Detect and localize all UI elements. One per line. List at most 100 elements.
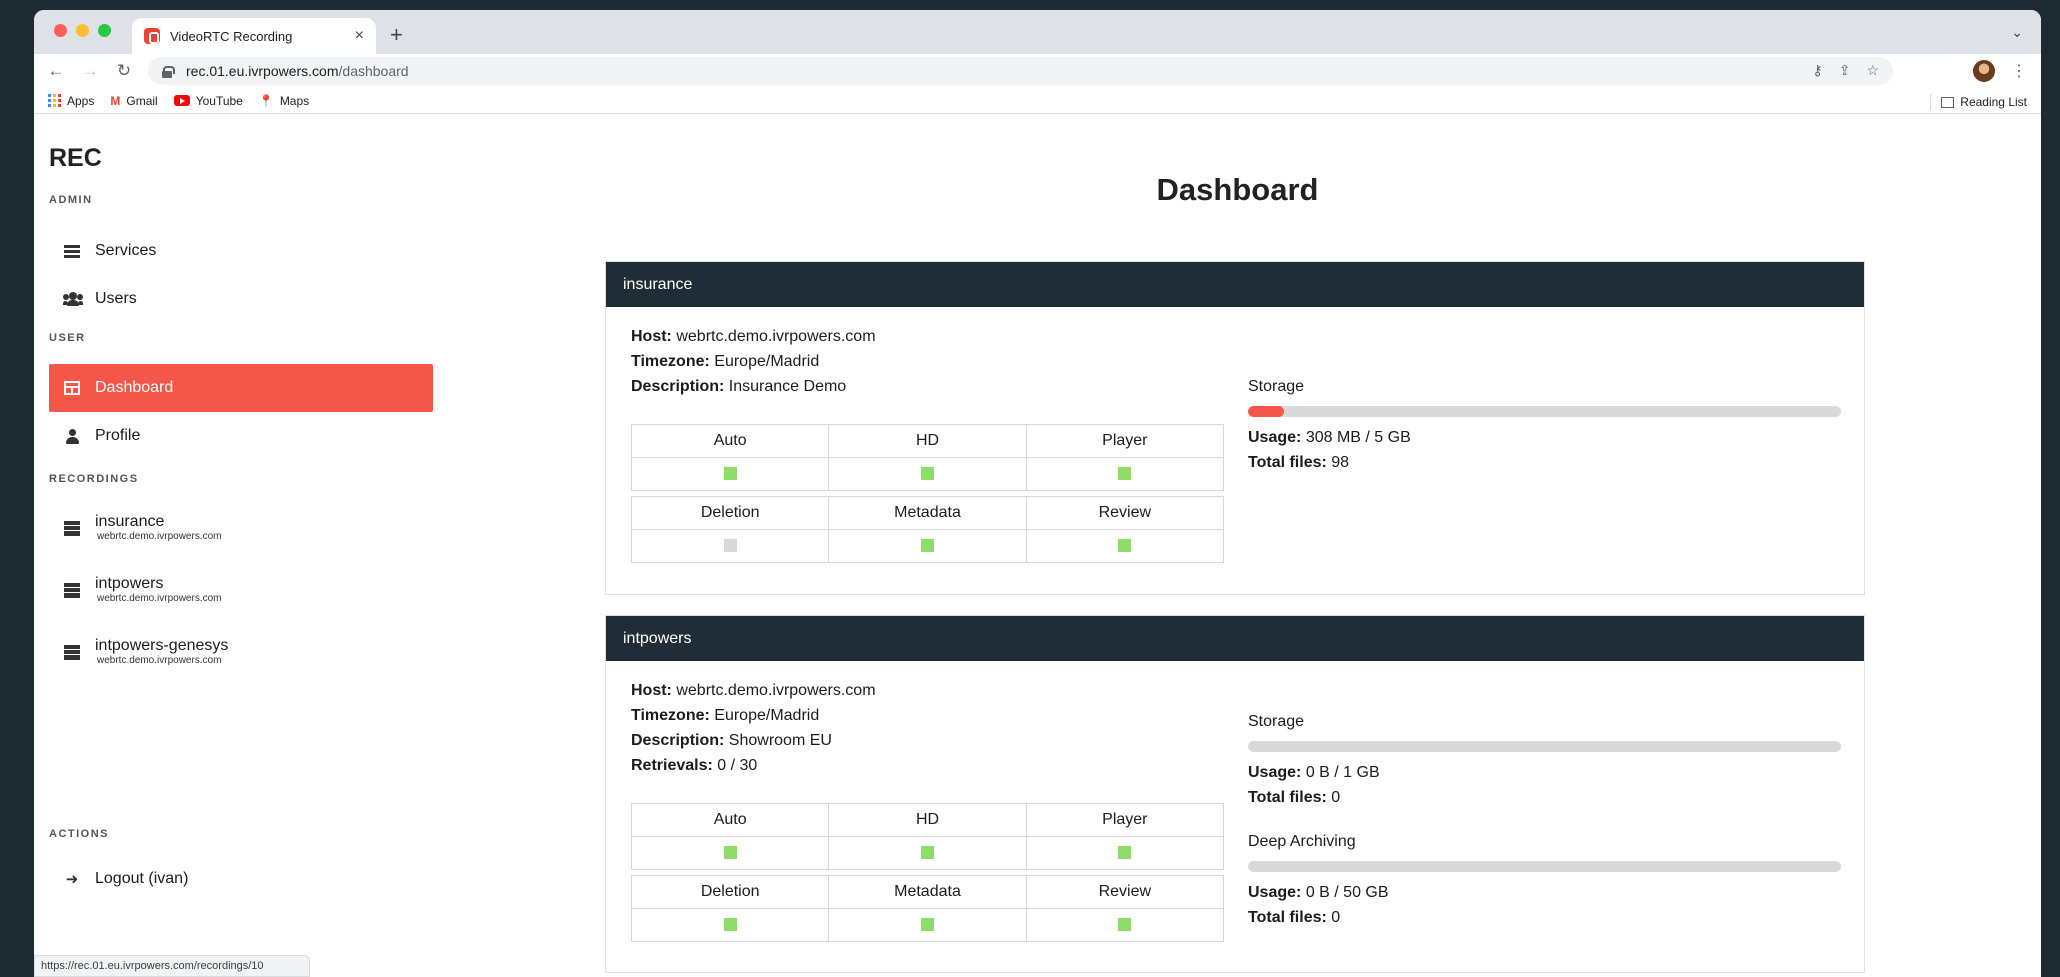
sign-out-icon: ➜ <box>65 871 79 888</box>
flag-hd-indicator <box>920 846 934 860</box>
flag-label-hd: HD <box>828 424 1027 458</box>
card-header: insurance <box>606 262 1864 307</box>
forward-arrow-icon[interactable]: → <box>80 61 100 81</box>
storage-usage: Usage: 0 B / 1 GB <box>1248 764 1380 781</box>
url-path: /dashboard <box>338 63 409 79</box>
storage-panel: Storage Usage: 308 MB / 5 GB Total files… <box>1248 378 1841 475</box>
storage-total-files: Total files: 98 <box>1248 454 1350 471</box>
deep-archiving-usage: Usage: 0 B / 50 GB <box>1248 884 1389 901</box>
flag-deletion-indicator <box>723 539 737 553</box>
flag-player-indicator <box>1118 846 1132 860</box>
back-arrow-icon[interactable]: ← <box>46 61 66 81</box>
browser-window: VideoRTC Recording × + ⌄ ← → ↻ rec.01.eu… <box>34 10 2041 977</box>
reading-list-button[interactable]: Reading List <box>1930 94 2027 110</box>
flag-label-deletion: Deletion <box>630 496 830 530</box>
browser-menu-icon[interactable]: ⋮ <box>2011 61 2027 81</box>
timezone-line: Timezone: Europe/Madrid <box>631 353 820 370</box>
bookmarks-bar: Apps M Gmail YouTube 📍 Maps Reading List <box>34 88 2041 114</box>
sidebar-item-dashboard[interactable]: Dashboard <box>49 364 433 412</box>
bookmark-maps[interactable]: 📍 Maps <box>259 94 309 108</box>
list-icon <box>63 242 81 260</box>
flag-auto-indicator <box>723 467 737 481</box>
sidebar-item-users[interactable]: Users <box>49 275 433 323</box>
logout-button[interactable]: ➜ Logout (ivan) <box>49 855 433 903</box>
sidebar-item-recording-intpowers[interactable]: intpowers webrtc.demo.ivrpowers.com <box>49 566 433 614</box>
star-icon[interactable]: ☆ <box>1866 62 1879 79</box>
deep-archiving-progress-bar <box>1248 861 1841 872</box>
flag-label-player: Player <box>1025 424 1225 458</box>
deep-archiving-panel: Deep Archiving Usage: 0 B / 50 GB Total … <box>1248 833 1841 930</box>
section-recordings: RECORDINGS <box>49 473 139 485</box>
close-window-button[interactable] <box>54 24 67 37</box>
storage-title: Storage <box>1248 378 1305 395</box>
description-line: Description: Showroom EU <box>631 732 832 749</box>
storage-title: Storage <box>1248 713 1305 730</box>
card-header: intpowers <box>606 616 1864 661</box>
key-icon[interactable]: ⚷ <box>1812 62 1822 79</box>
flag-hd-indicator <box>920 467 934 481</box>
address-bar[interactable]: rec.01.eu.ivrpowers.com /dashboard ⚷ ⇪ ☆ <box>148 57 1893 85</box>
sidebar-item-services[interactable]: Services <box>49 227 433 275</box>
omnibox-actions: ⚷ ⇪ ☆ <box>1812 62 1879 79</box>
flag-label-metadata: Metadata <box>828 496 1027 530</box>
storage-progress-bar <box>1248 406 1841 417</box>
tab-search-chevron-icon[interactable]: ⌄ <box>2011 24 2023 41</box>
apps-grid-icon <box>48 94 61 107</box>
bookmark-apps[interactable]: Apps <box>48 94 94 108</box>
recording-favicon-icon <box>144 28 160 44</box>
minimize-window-button[interactable] <box>76 24 89 37</box>
brand-logo[interactable]: REC <box>49 144 102 173</box>
sidebar-item-recording-insurance[interactable]: insurance webrtc.demo.ivrpowers.com <box>49 504 433 552</box>
lock-icon[interactable] <box>162 65 175 78</box>
new-tab-icon[interactable]: + <box>390 22 403 48</box>
flag-player-indicator <box>1118 467 1132 481</box>
status-bar-url: https://rec.01.eu.ivrpowers.com/recordin… <box>34 955 310 977</box>
reload-icon[interactable]: ↻ <box>114 61 134 81</box>
url-host: rec.01.eu.ivrpowers.com <box>186 63 339 79</box>
close-tab-icon[interactable]: × <box>355 27 364 45</box>
page-title: Dashboard <box>1156 172 1319 207</box>
share-icon[interactable]: ⇪ <box>1839 62 1851 79</box>
storage-total-files: Total files: 0 <box>1248 789 1341 806</box>
server-icon <box>63 643 81 661</box>
section-actions: ACTIONS <box>49 828 109 840</box>
flag-metadata-indicator <box>920 539 934 553</box>
description-line: Description: Insurance Demo <box>631 378 847 395</box>
section-admin: ADMIN <box>49 194 93 206</box>
browser-tab[interactable]: VideoRTC Recording × <box>132 18 376 54</box>
storage-usage: Usage: 308 MB / 5 GB <box>1248 429 1411 446</box>
youtube-icon <box>173 95 190 106</box>
main-content: Dashboard insurance Host: webrtc.demo.iv… <box>434 124 2041 977</box>
bookmark-youtube[interactable]: YouTube <box>173 94 243 108</box>
sidebar-item-recording-intpowers-genesys[interactable]: intpowers-genesys webrtc.demo.ivrpowers.… <box>49 628 433 676</box>
toolbar-right: ⋮ <box>1973 60 2027 82</box>
flag-label-player: Player <box>1025 803 1225 837</box>
server-icon <box>63 581 81 599</box>
maximize-window-button[interactable] <box>98 24 111 37</box>
section-user: USER <box>49 332 86 344</box>
server-icon <box>63 519 81 537</box>
table-icon <box>63 379 81 397</box>
service-card-intpowers: intpowers Host: webrtc.demo.ivrpowers.co… <box>605 615 1865 973</box>
storage-panel: Storage Usage: 0 B / 1 GB Total files: 0 <box>1248 713 1841 810</box>
features-table: Auto HD Player Deletion Metadata Review <box>630 424 1225 563</box>
retrievals-line: Retrievals: 0 / 30 <box>631 757 758 774</box>
host-line: Host: webrtc.demo.ivrpowers.com <box>631 682 876 699</box>
flag-label-review: Review <box>1025 875 1225 909</box>
sidebar-item-profile[interactable]: Profile <box>49 412 433 460</box>
service-card-insurance: insurance Host: webrtc.demo.ivrpowers.co… <box>605 261 1865 595</box>
bookmark-gmail[interactable]: M Gmail <box>110 94 157 108</box>
flag-label-metadata: Metadata <box>828 875 1027 909</box>
flag-metadata-indicator <box>920 918 934 932</box>
profile-avatar[interactable] <box>1973 60 1995 82</box>
web-app: REC ADMIN Services Users USER Dashboard … <box>34 124 2041 977</box>
user-icon <box>63 427 81 445</box>
flag-label-deletion: Deletion <box>630 875 830 909</box>
sidebar: REC ADMIN Services Users USER Dashboard … <box>34 124 434 977</box>
window-controls <box>54 24 111 37</box>
features-table: Auto HD Player Deletion Metadata Review <box>630 803 1225 942</box>
users-icon <box>63 290 83 308</box>
flag-review-indicator <box>1118 539 1132 553</box>
flag-label-review: Review <box>1025 496 1225 530</box>
flag-label-auto: Auto <box>630 803 830 837</box>
